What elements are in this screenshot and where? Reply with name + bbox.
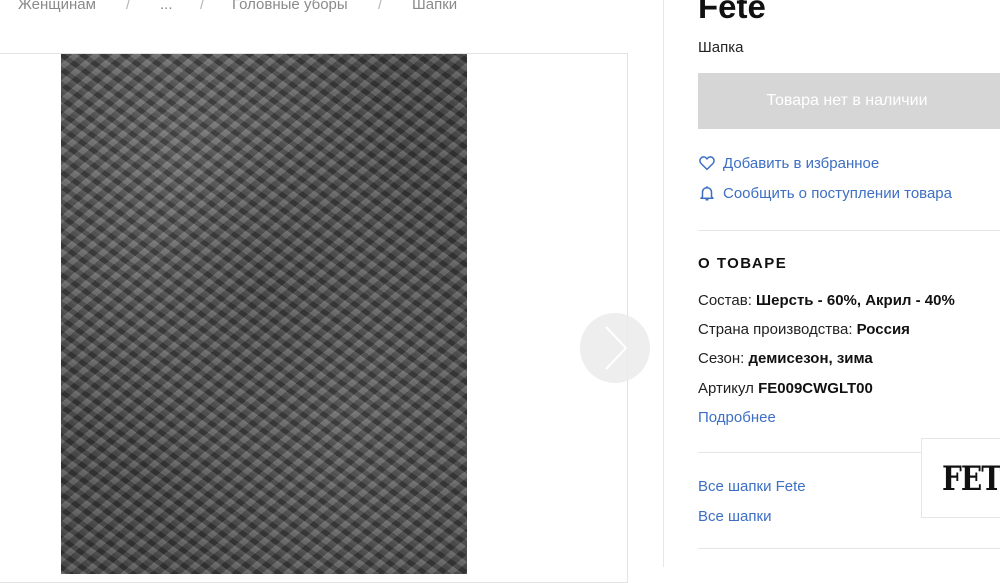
season-row: Сезон: демисезон, зима [698, 350, 873, 367]
product-brand[interactable]: Fete [698, 0, 766, 26]
notify-when-available-label: Сообщить о поступлении товара [723, 184, 952, 202]
divider [698, 230, 1000, 231]
column-divider [663, 0, 664, 567]
add-to-favorites-link[interactable]: Добавить в избранное [698, 154, 879, 172]
more-details-link[interactable]: Подробнее [698, 409, 776, 426]
gallery-next-button[interactable] [580, 313, 650, 383]
sku-row: Артикул FE009CWGLT00 [698, 380, 873, 397]
country-value: Россия [856, 321, 910, 338]
about-product-heading: О ТОВАРЕ [698, 255, 788, 272]
out-of-stock-button[interactable]: Товара нет в наличии [698, 73, 1000, 129]
product-image[interactable] [61, 54, 467, 574]
breadcrumb-item-ellipsis[interactable]: ... [160, 0, 173, 13]
brand-logo[interactable]: FETE [921, 438, 1000, 518]
brand-logo-text: FETE [942, 458, 1000, 498]
product-type: Шапка [698, 39, 744, 56]
breadcrumb-item-hats[interactable]: Шапки [412, 0, 457, 13]
season-label: Сезон: [698, 350, 745, 367]
season-value: демисезон, зима [748, 350, 873, 367]
sku-value: FE009CWGLT00 [758, 380, 873, 397]
country-row: Страна производства: Россия [698, 321, 910, 338]
heart-icon [699, 156, 715, 171]
breadcrumb-item-women[interactable]: Женщинам [18, 0, 96, 13]
composition-row: Состав: Шерсть - 60%, Акрил - 40% [698, 292, 955, 309]
composition-value: Шерсть - 60%, Акрил - 40% [756, 292, 955, 309]
country-label: Страна производства: [698, 321, 853, 338]
notify-when-available-link[interactable]: Сообщить о поступлении товара [698, 184, 952, 202]
all-brand-hats-link[interactable]: Все шапки Fete [698, 478, 806, 495]
divider [698, 548, 1000, 549]
bell-icon [700, 186, 714, 201]
composition-label: Состав: [698, 292, 752, 309]
all-hats-link[interactable]: Все шапки [698, 508, 771, 525]
add-to-favorites-label: Добавить в избранное [723, 154, 880, 172]
chevron-right-icon [605, 326, 628, 370]
sku-label: Артикул [698, 380, 754, 397]
breadcrumb-item-headwear[interactable]: Головные уборы [232, 0, 348, 13]
